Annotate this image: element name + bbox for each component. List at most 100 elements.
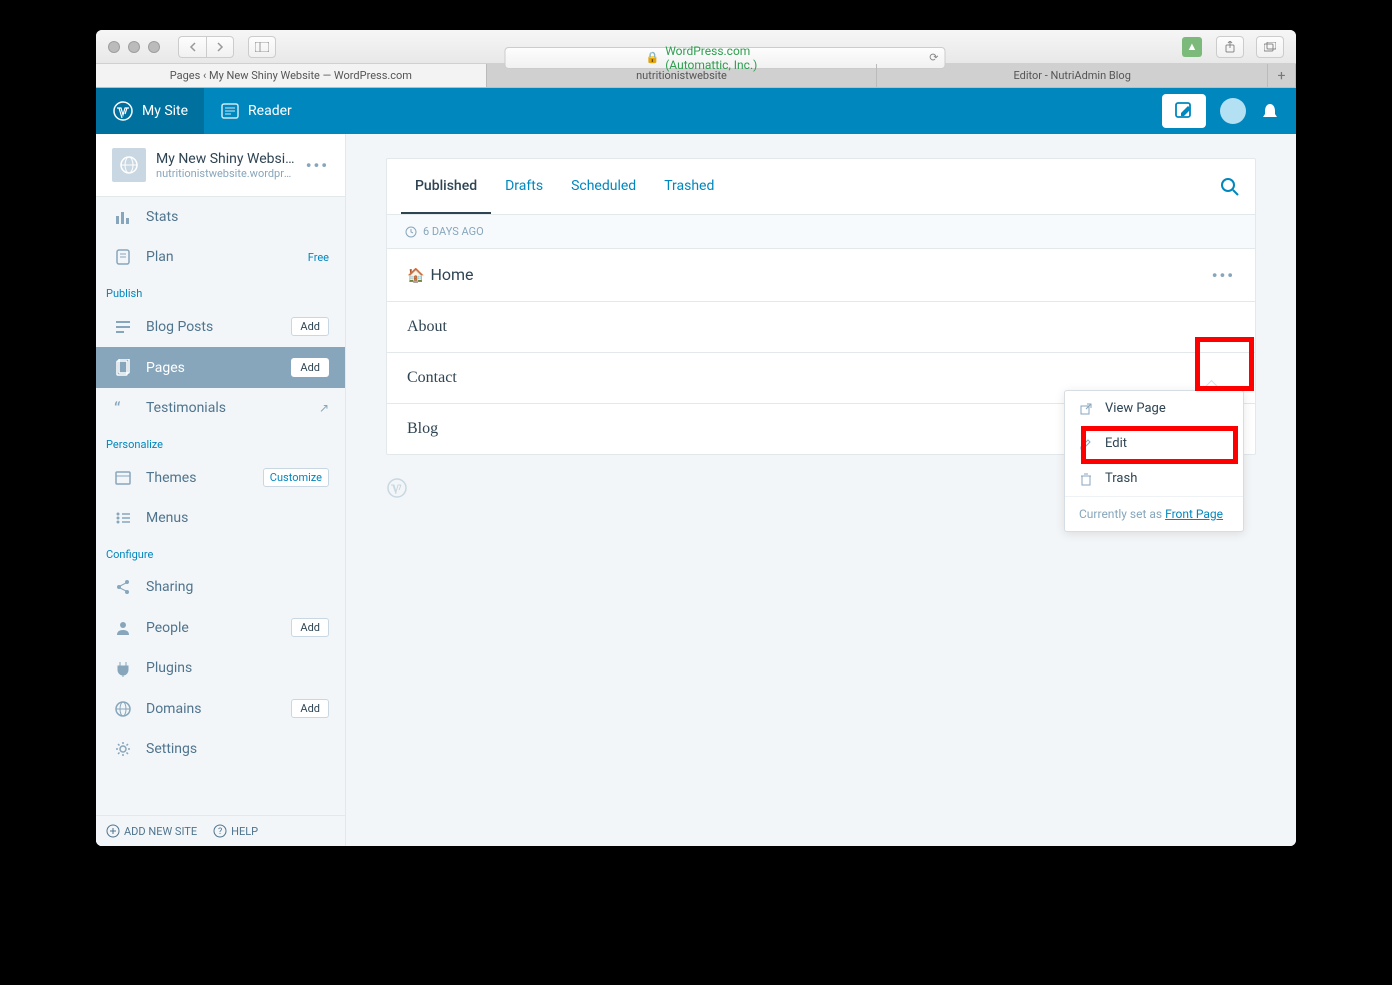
sidebar-item-themes[interactable]: Themes Customize [96, 457, 345, 498]
extension-icon[interactable]: ▲ [1182, 37, 1202, 57]
themes-icon [112, 469, 134, 487]
sidebar-item-domains[interactable]: Domains Add [96, 688, 345, 729]
edit-icon [1079, 437, 1095, 451]
plan-badge: Free [308, 251, 329, 264]
popover-trash[interactable]: Trash [1065, 461, 1243, 496]
posts-icon [112, 318, 134, 336]
add-page-button[interactable]: Add [291, 358, 329, 377]
svg-text:“: “ [114, 399, 121, 417]
site-url: nutritionistwebsite.wordpress.c [156, 167, 296, 180]
external-icon: ↗ [319, 401, 329, 415]
browser-window: 🔒 WordPress.com (Automattic, Inc.) ⟳ ▲ P… [96, 30, 1296, 846]
tabs-button[interactable] [1256, 36, 1284, 58]
front-page-link[interactable]: Front Page [1165, 507, 1223, 521]
window-controls [108, 41, 160, 53]
site-menu-icon[interactable]: ••• [306, 156, 329, 175]
forward-button[interactable] [206, 36, 234, 58]
browser-tab-2[interactable]: nutritionistwebsite [487, 64, 878, 87]
sidebar-item-pages[interactable]: Pages Add [96, 347, 345, 388]
sidebar-item-testimonials[interactable]: “ Testimonials ↗ [96, 388, 345, 428]
tab-trashed[interactable]: Trashed [650, 159, 728, 214]
add-post-button[interactable]: Add [291, 317, 329, 336]
popover-view-page[interactable]: View Page [1065, 391, 1243, 426]
back-button[interactable] [178, 36, 206, 58]
domains-icon [112, 700, 134, 718]
sidebar-item-settings[interactable]: Settings [96, 729, 345, 769]
zoom-dot[interactable] [148, 41, 160, 53]
share-button[interactable] [1216, 36, 1244, 58]
titlebar-right [1210, 36, 1284, 58]
avatar[interactable] [1220, 98, 1246, 124]
sidebar: My New Shiny Website nutritionistwebsite… [96, 134, 346, 846]
pencil-icon [1174, 101, 1194, 121]
page-row-home[interactable]: 🏠Home ••• [387, 249, 1255, 302]
sidebar-item-plugins[interactable]: Plugins [96, 648, 345, 688]
help-button[interactable]: ?HELP [213, 824, 258, 838]
sidebar-item-menus[interactable]: Menus [96, 498, 345, 538]
masterbar-right [1162, 94, 1296, 128]
site-card[interactable]: My New Shiny Website nutritionistwebsite… [96, 134, 345, 197]
stats-icon [112, 208, 134, 226]
masterbar: My Site Reader [96, 88, 1296, 134]
clock-icon [405, 226, 417, 238]
sidebar-item-stats[interactable]: Stats [96, 197, 345, 237]
time-header: 6 DAYS AGO [387, 215, 1255, 249]
popover-footer: Currently set as Front Page [1065, 496, 1243, 531]
help-icon: ? [213, 824, 227, 838]
browser-tab-1[interactable]: Pages ‹ My New Shiny Website — WordPress… [96, 64, 487, 87]
nav-buttons [178, 36, 234, 58]
search-button[interactable] [1219, 176, 1241, 198]
search-icon [1219, 176, 1241, 198]
menus-icon [112, 509, 134, 527]
configure-heading: Configure [96, 538, 345, 567]
add-domain-button[interactable]: Add [291, 699, 329, 718]
reload-icon[interactable]: ⟳ [929, 51, 938, 64]
sharing-icon [112, 578, 134, 596]
reader-button[interactable]: Reader [204, 88, 308, 134]
sidebar-item-plan[interactable]: Plan Free [96, 237, 345, 277]
personalize-heading: Personalize [96, 428, 345, 457]
plugins-icon [112, 659, 134, 677]
plan-icon [112, 248, 134, 266]
plus-circle-icon [106, 824, 120, 838]
new-tab-button[interactable]: + [1268, 64, 1296, 87]
sidebar-item-sharing[interactable]: Sharing [96, 567, 345, 607]
site-icon [112, 148, 146, 182]
home-icon: 🏠 [407, 268, 424, 284]
close-dot[interactable] [108, 41, 120, 53]
tab-strip: Pages ‹ My New Shiny Website — WordPress… [96, 64, 1296, 88]
titlebar: 🔒 WordPress.com (Automattic, Inc.) ⟳ ▲ [96, 30, 1296, 64]
lock-icon: 🔒 [646, 51, 660, 64]
add-new-site-button[interactable]: ADD NEW SITE [106, 824, 197, 838]
publish-heading: Publish [96, 277, 345, 306]
pages-icon [112, 359, 134, 377]
tab-published[interactable]: Published [401, 159, 491, 214]
row-menu-button[interactable]: ••• [1212, 266, 1235, 285]
sidebar-item-blog-posts[interactable]: Blog Posts Add [96, 306, 345, 347]
browser-tab-3[interactable]: Editor - NutriAdmin Blog [877, 64, 1268, 87]
people-icon [112, 619, 134, 637]
site-title: My New Shiny Website [156, 151, 296, 167]
customize-button[interactable]: Customize [263, 468, 329, 487]
reader-icon [220, 101, 240, 121]
sidebar-toggle[interactable] [248, 36, 276, 58]
popover-edit[interactable]: Edit [1065, 426, 1243, 461]
testimonials-icon: “ [112, 399, 134, 417]
notifications-icon[interactable] [1260, 102, 1278, 120]
tab-drafts[interactable]: Drafts [491, 159, 557, 214]
tab-scheduled[interactable]: Scheduled [557, 159, 650, 214]
sidebar-footer: ADD NEW SITE ?HELP [96, 815, 345, 846]
row-actions-popover: View Page Edit Trash Currently set as Fr… [1064, 390, 1244, 532]
my-site-button[interactable]: My Site [96, 88, 204, 134]
page-tabs: Published Drafts Scheduled Trashed [387, 159, 1255, 215]
settings-icon [112, 740, 134, 758]
minimize-dot[interactable] [128, 41, 140, 53]
compose-button[interactable] [1162, 94, 1206, 128]
trash-icon [1079, 472, 1095, 486]
external-link-icon [1079, 402, 1095, 416]
page-row-about[interactable]: About [387, 302, 1255, 353]
wordpress-icon [112, 100, 134, 122]
add-people-button[interactable]: Add [291, 618, 329, 637]
svg-text:?: ? [218, 827, 222, 837]
sidebar-item-people[interactable]: People Add [96, 607, 345, 648]
